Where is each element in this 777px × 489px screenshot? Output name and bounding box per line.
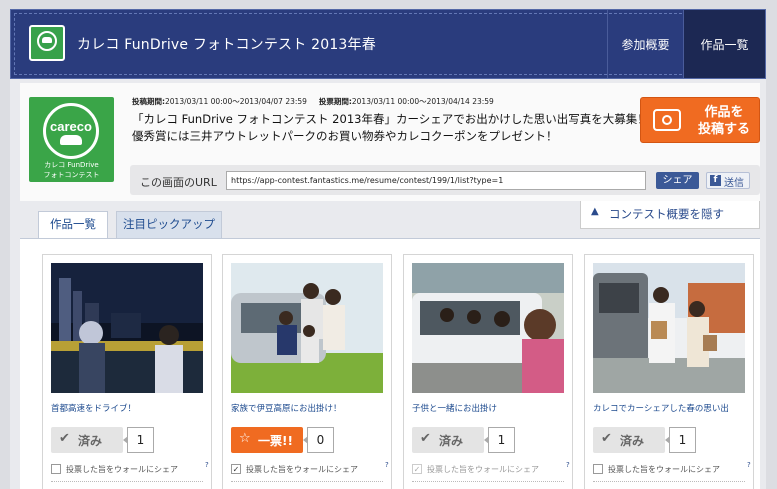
check-icon: ✔ bbox=[601, 431, 612, 446]
works-grid: 首都高速をドライブ！ ✔ 済み 1 投票した旨をウォールにシェア ? 家族で伊豆… bbox=[20, 238, 760, 489]
description-line1: 「カレコ FunDrive フォトコンテスト 2013年春」カーシェアでお出かけ… bbox=[132, 112, 649, 126]
facebook-icon: f bbox=[710, 175, 721, 186]
work-photo[interactable] bbox=[412, 263, 564, 393]
vote-label: 一票!! bbox=[258, 434, 293, 448]
check-icon: ✔ bbox=[59, 431, 70, 446]
tab-works-list[interactable]: 作品一覧 bbox=[38, 211, 108, 239]
work-caption[interactable]: 首都高速をドライブ！ bbox=[51, 402, 136, 414]
hide-overview-button[interactable]: ▲ コンテスト概要を隠す bbox=[580, 201, 760, 229]
facebook-send-button[interactable]: f 送信 bbox=[706, 172, 750, 189]
work-card: カレコでカーシェアした春の思い出 ✔ 済み 1 投票した旨をウォールにシェア ? bbox=[584, 254, 754, 489]
post-button-line1: 作品を bbox=[704, 105, 744, 120]
description-line2: 優秀賞には三井アウトレットパークのお買い物券やカレコクーポンをプレゼント！ bbox=[132, 129, 558, 143]
page-frame: カレコ FunDrive フォトコンテスト 2013年春 参加概要 作品一覧 c… bbox=[10, 9, 766, 489]
vote-button[interactable]: ✔ 済み bbox=[412, 427, 484, 453]
share-on-wall-label: 投票した旨をウォールにシェア bbox=[66, 465, 178, 474]
tab-featured-pickup[interactable]: 注目ピックアップ bbox=[116, 211, 222, 238]
work-photo[interactable] bbox=[231, 263, 383, 393]
vote-button[interactable]: ✔ 済み bbox=[51, 427, 123, 453]
nav-works-list[interactable]: 作品一覧 bbox=[683, 10, 765, 78]
work-photo[interactable] bbox=[593, 263, 745, 393]
facebook-send-label: 送信 bbox=[724, 178, 744, 189]
vote-count: 1 bbox=[665, 427, 696, 453]
careco-brand-logo: careco カレコ FunDrive フォトコンテスト bbox=[29, 97, 114, 182]
work-caption[interactable]: カレコでカーシェアした春の思い出 bbox=[593, 402, 729, 414]
header-title[interactable]: カレコ FunDrive フォトコンテスト 2013年春 bbox=[77, 34, 376, 54]
checkbox-box[interactable] bbox=[593, 464, 603, 474]
contest-description: 「カレコ FunDrive フォトコンテスト 2013年春」カーシェアでお出かけ… bbox=[132, 111, 649, 145]
post-entry-button[interactable]: 作品を 投稿する bbox=[640, 97, 760, 143]
vote-count: 1 bbox=[123, 427, 154, 453]
work-card: 首都高速をドライブ！ ✔ 済み 1 投票した旨をウォールにシェア ? bbox=[42, 254, 212, 489]
check-icon: ✔ bbox=[420, 431, 431, 446]
work-caption[interactable]: 家族で伊豆高原にお出掛け！ bbox=[231, 402, 342, 414]
header-bar: カレコ FunDrive フォトコンテスト 2013年春 参加概要 作品一覧 bbox=[10, 9, 766, 79]
vote-label: 済み bbox=[78, 434, 103, 448]
share-on-wall-label: 投票した旨をウォールにシェア bbox=[246, 465, 358, 474]
header-logo-icon[interactable] bbox=[29, 25, 65, 61]
work-photo[interactable] bbox=[51, 263, 203, 393]
vote-count: 1 bbox=[484, 427, 515, 453]
vote-count: 0 bbox=[303, 427, 334, 453]
divider bbox=[51, 481, 203, 482]
checkbox-box[interactable] bbox=[51, 464, 61, 474]
vote-button[interactable]: ✔ 済み bbox=[593, 427, 665, 453]
camera-icon bbox=[653, 109, 681, 131]
post-button-line2: 投稿する bbox=[697, 122, 750, 137]
vote-label: 済み bbox=[620, 434, 645, 448]
hide-overview-label: コンテスト概要を隠す bbox=[609, 207, 724, 221]
work-card: 子供と一緒にお出掛け ✔ 済み 1 ✓ 投票した旨をウォールにシェア ? bbox=[403, 254, 573, 489]
brand-line1: カレコ FunDrive bbox=[44, 161, 99, 169]
url-input[interactable] bbox=[226, 171, 646, 190]
car-icon bbox=[60, 135, 82, 145]
divider bbox=[231, 481, 383, 482]
vote-label: 済み bbox=[439, 434, 464, 448]
url-label: この画面のURL bbox=[140, 176, 217, 189]
divider bbox=[593, 481, 745, 482]
divider bbox=[412, 481, 564, 482]
nav-overview[interactable]: 参加概要 bbox=[607, 10, 683, 78]
brand-logo-text: careco bbox=[50, 119, 92, 134]
share-on-wall-label: 投票した旨をウォールにシェア bbox=[427, 465, 539, 474]
brand-line2: フォトコンテスト bbox=[43, 171, 100, 179]
url-share-bar: この画面のURL シェア f 送信 bbox=[130, 165, 760, 195]
post-period-label: 投稿期間: bbox=[132, 97, 165, 106]
help-icon[interactable]: ? bbox=[566, 461, 570, 469]
vote-button[interactable]: ☆ 一票!! bbox=[231, 427, 303, 453]
contest-info-panel: careco カレコ FunDrive フォトコンテスト 投稿期間:2013/0… bbox=[20, 83, 760, 201]
checkbox-box-checked-disabled[interactable]: ✓ bbox=[412, 464, 422, 474]
share-on-wall-label: 投票した旨をウォールにシェア bbox=[608, 465, 720, 474]
vote-period: 2013/03/11 00:00〜2013/04/14 23:59 bbox=[351, 97, 494, 106]
help-icon[interactable]: ? bbox=[747, 461, 751, 469]
share-button[interactable]: シェア bbox=[656, 172, 699, 189]
star-icon: ☆ bbox=[239, 431, 251, 446]
work-card: 家族で伊豆高原にお出掛け！ ☆ 一票!! 0 ✓ 投票した旨をウォールにシェア … bbox=[222, 254, 392, 489]
post-period: 2013/03/11 00:00〜2013/04/07 23:59 bbox=[165, 97, 307, 106]
vote-period-label: 投票期間: bbox=[318, 97, 352, 106]
contest-periods: 投稿期間:2013/03/11 00:00〜2013/04/07 23:59 投… bbox=[132, 96, 494, 107]
checkbox-box-checked[interactable]: ✓ bbox=[231, 464, 241, 474]
work-caption[interactable]: 子供と一緒にお出掛け bbox=[412, 402, 497, 414]
triangle-up-icon: ▲ bbox=[591, 206, 599, 217]
help-icon[interactable]: ? bbox=[205, 461, 209, 469]
help-icon[interactable]: ? bbox=[385, 461, 389, 469]
